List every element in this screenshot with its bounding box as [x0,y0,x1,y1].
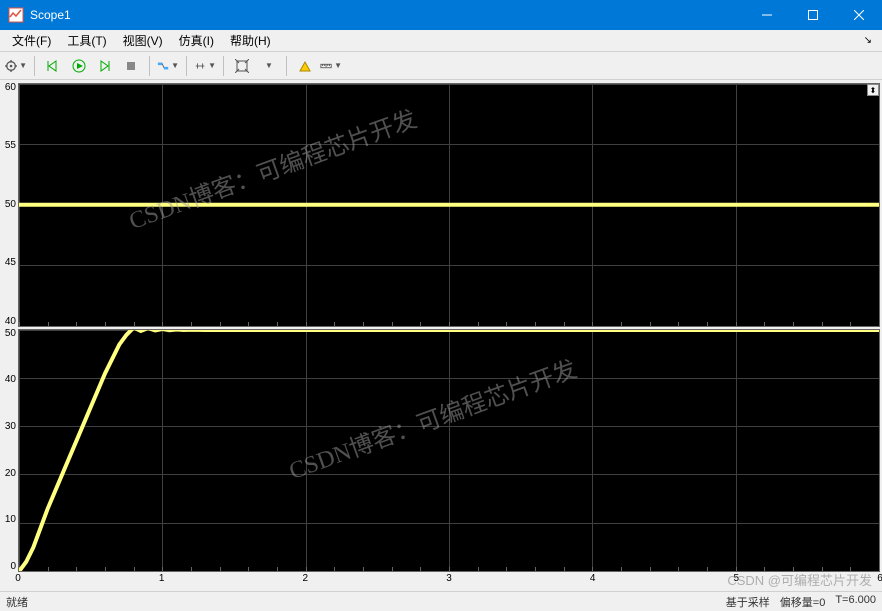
status-time: T=6.000 [835,594,876,610]
xtick-label: 3 [446,573,452,584]
cursor-icon [194,59,206,73]
xaxis-row: 0 1 2 3 4 5 6 [2,573,880,589]
stop-icon [124,59,138,73]
app-icon [8,7,24,23]
step-forward-button[interactable] [93,54,117,78]
stop-button[interactable] [119,54,143,78]
xtick-label: 1 [159,573,165,584]
plot-area: 4045505560 ⬍ 01020304050 0123456 CSDN博客：… [0,80,882,591]
canvas-2[interactable] [18,329,880,573]
signal-line [19,330,879,572]
ytick-label: 30 [5,422,16,432]
menu-file[interactable]: 文件(F) [4,30,59,51]
zoom-toggle-icon[interactable]: ⬍ [867,84,879,96]
step-back-icon [46,59,60,73]
menu-tools[interactable]: 工具(T) [59,30,114,51]
measure-button[interactable]: ▼ [319,54,343,78]
xtick-label: 5 [734,573,740,584]
step-forward-icon [98,59,112,73]
menubar: 文件(F) 工具(T) 视图(V) 仿真(I) 帮助(H) ↘ [0,30,882,52]
xaxis: 0 1 2 3 4 5 6 [18,573,880,589]
settings-button[interactable]: ▼ [4,54,28,78]
ruler-icon [320,59,332,73]
autoscale-button[interactable] [230,54,254,78]
xtick-label: 0 [15,573,21,584]
minimize-button[interactable] [744,0,790,30]
gear-icon [5,59,17,73]
ytick-label: 40 [5,317,16,327]
autoscale-icon [235,59,249,73]
yaxis-1: 40 45 50 55 60 [2,83,18,327]
subplot-2: 0 10 20 30 40 50 [2,329,880,573]
ytick-label: 50 [5,329,16,339]
yaxis-2: 0 10 20 30 40 50 [2,329,18,573]
highlight-button[interactable] [293,54,317,78]
menu-collapse-icon[interactable]: ↘ [858,33,878,48]
xtick-label: 2 [303,573,309,584]
signal-selector-button[interactable]: ▼ [156,54,180,78]
titlebar: Scope1 [0,0,882,30]
signal-select-icon [157,59,169,73]
close-button[interactable] [836,0,882,30]
ytick-label: 45 [5,258,16,268]
ytick-label: 60 [5,83,16,93]
ytick-label: 50 [5,200,16,210]
canvas-1[interactable]: ⬍ [18,83,880,327]
status-sample: 基于采样 [726,594,770,610]
triangle-icon [298,59,312,73]
xtick-label: 6 [877,573,882,584]
statusbar: 就绪 基于采样 偏移量=0 T=6.000 [0,591,882,611]
play-icon [72,59,86,73]
menu-help[interactable]: 帮助(H) [222,30,279,51]
ytick-label: 20 [5,469,16,479]
ytick-label: 40 [5,375,16,385]
ytick-label: 10 [5,515,16,525]
toolbar: ▼ ▼ ▼ ▼ ▼ [0,52,882,80]
status-ready: 就绪 [6,594,726,610]
ytick-label: 0 [10,562,16,572]
menu-simulation[interactable]: 仿真(I) [171,30,222,51]
step-back-button[interactable] [41,54,65,78]
run-button[interactable] [67,54,91,78]
zoom-dropdown-button[interactable]: ▼ [256,54,280,78]
window-title: Scope1 [30,8,744,22]
menu-view[interactable]: 视图(V) [115,30,171,51]
maximize-button[interactable] [790,0,836,30]
status-offset: 偏移量=0 [780,594,826,610]
ytick-label: 55 [5,141,16,151]
xtick-label: 4 [590,573,596,584]
subplot-1: 40 45 50 55 60 ⬍ [2,83,880,327]
cursor-button[interactable]: ▼ [193,54,217,78]
